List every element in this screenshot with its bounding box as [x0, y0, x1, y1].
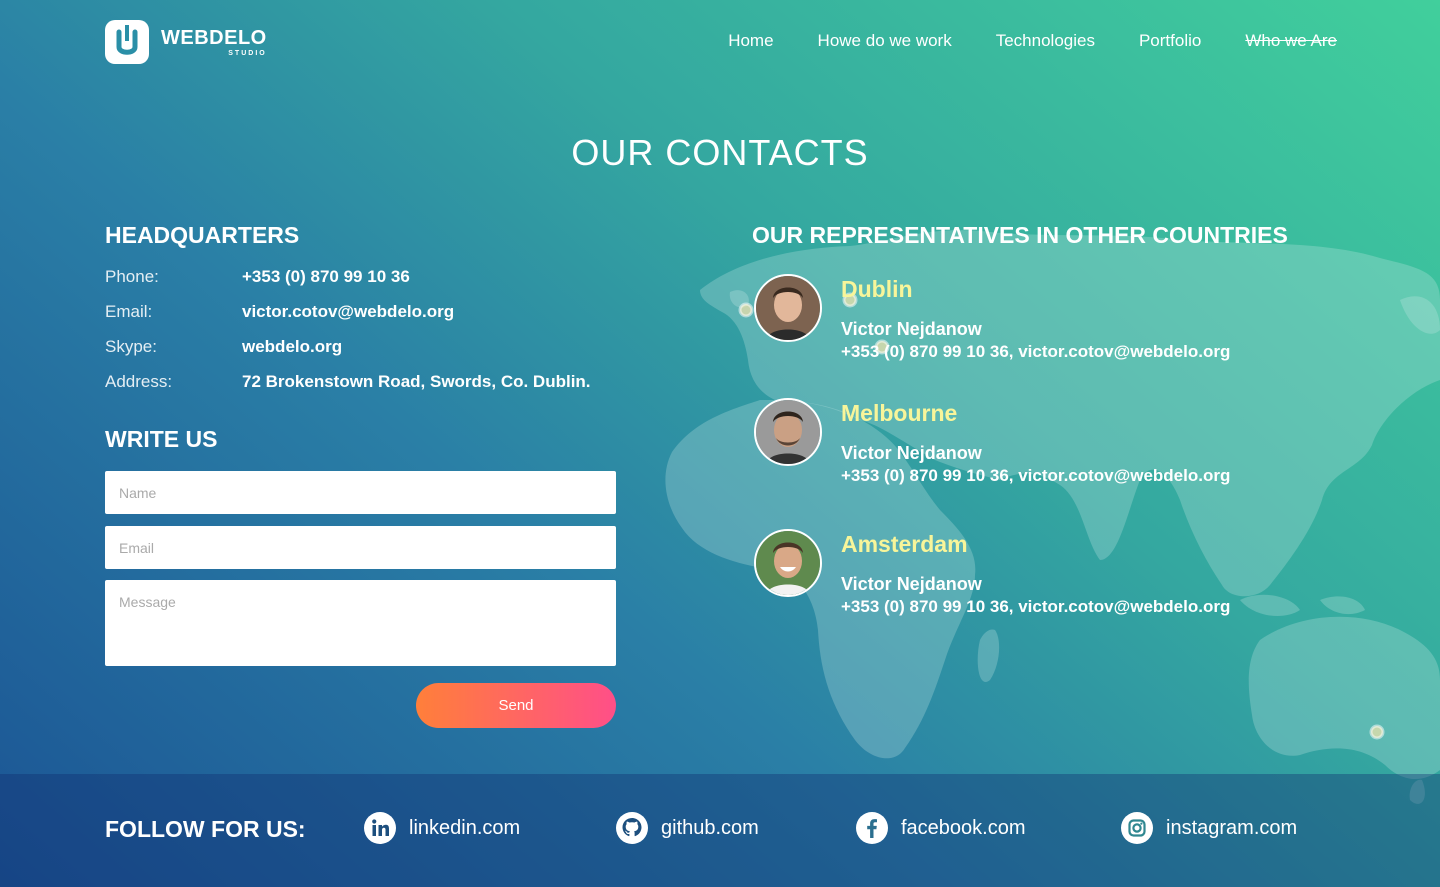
rep-name: Victor Nejdanow [841, 319, 982, 339]
rep-city: Amsterdam [841, 531, 968, 557]
hq-skype-row: Skype: webdelo.org [105, 337, 342, 357]
rep-contact: +353 (0) 870 99 10 36, victor.cotov@webd… [841, 597, 1231, 616]
rep-contact: +353 (0) 870 99 10 36, victor.cotov@webd… [841, 466, 1231, 485]
rep-city: Melbourne [841, 400, 958, 426]
facebook-icon [856, 812, 888, 844]
page-title: OUR CONTACTS [571, 132, 869, 173]
hq-phone-value: +353 (0) 870 99 10 36 [242, 267, 410, 286]
social-label: github.com [661, 816, 759, 839]
hq-address-row: Address: 72 Brokenstown Road, Swords, Co… [105, 372, 591, 392]
rep-card-amsterdam: Amsterdam Victor Nejdanow +353 (0) 870 9… [754, 529, 1314, 624]
rep-name: Victor Nejdanow [841, 574, 982, 594]
hq-phone-row: Phone: +353 (0) 870 99 10 36 [105, 267, 410, 287]
hq-label: Skype: [105, 337, 157, 356]
social-label: facebook.com [901, 816, 1026, 839]
nav-who-we-are[interactable]: Who we Are [1245, 31, 1337, 51]
avatar [754, 274, 822, 342]
main-nav: Home Howe do we work Technologies Portfo… [728, 31, 1337, 51]
email-input[interactable] [105, 526, 616, 569]
hq-email-row: Email: victor.cotov@webdelo.org [105, 302, 454, 322]
social-facebook[interactable]: facebook.com [856, 812, 1026, 844]
representatives-title: OUR REPRESENTATIVES IN OTHER COUNTRIES [752, 222, 1288, 248]
nav-how-we-work[interactable]: Howe do we work [818, 31, 952, 51]
message-input[interactable] [105, 580, 616, 666]
hq-label: Phone: [105, 267, 159, 286]
logo[interactable]: WEBDELO STUDIO [105, 20, 267, 64]
follow-title: FOLLOW FOR US: [105, 816, 306, 842]
linkedin-icon [364, 812, 396, 844]
rep-city: Dublin [841, 276, 913, 302]
site-header: WEBDELO STUDIO Home Howe do we work Tech… [105, 20, 1337, 66]
hq-label: Email: [105, 302, 153, 321]
nav-technologies[interactable]: Technologies [996, 31, 1095, 51]
brand-sub: STUDIO [228, 49, 267, 57]
logo-icon [105, 20, 149, 64]
send-button[interactable]: Send [416, 683, 616, 728]
social-label: instagram.com [1166, 816, 1298, 839]
social-linkedin[interactable]: linkedin.com [364, 812, 520, 844]
nav-home[interactable]: Home [728, 31, 773, 51]
rep-card-dublin: Dublin Victor Nejdanow +353 (0) 870 99 1… [754, 274, 1314, 369]
instagram-icon [1121, 812, 1153, 844]
write-us-title: WRITE US [105, 426, 218, 452]
hq-label: Address: [105, 372, 173, 391]
social-github[interactable]: github.com [616, 812, 759, 844]
nav-portfolio[interactable]: Portfolio [1139, 31, 1201, 51]
rep-contact: +353 (0) 870 99 10 36, victor.cotov@webd… [841, 342, 1231, 361]
avatar [754, 398, 822, 466]
rep-name: Victor Nejdanow [841, 443, 982, 463]
hq-address-value: 72 Brokenstown Road, Swords, Co. Dublin. [242, 372, 591, 391]
social-label: linkedin.com [409, 816, 521, 839]
hq-email-value[interactable]: victor.cotov@webdelo.org [242, 302, 454, 322]
github-icon [616, 812, 648, 844]
rep-card-melbourne: Melbourne Victor Nejdanow +353 (0) 870 9… [754, 398, 1314, 493]
footer: FOLLOW FOR US: linkedin.com github.com f… [0, 774, 1440, 887]
avatar [754, 529, 822, 597]
name-input[interactable] [105, 471, 616, 514]
social-instagram[interactable]: instagram.com [1121, 812, 1297, 844]
brand-name: WEBDELO [161, 26, 267, 49]
hq-skype-value: webdelo.org [242, 337, 343, 356]
headquarters-title: HEADQUARTERS [105, 222, 300, 248]
